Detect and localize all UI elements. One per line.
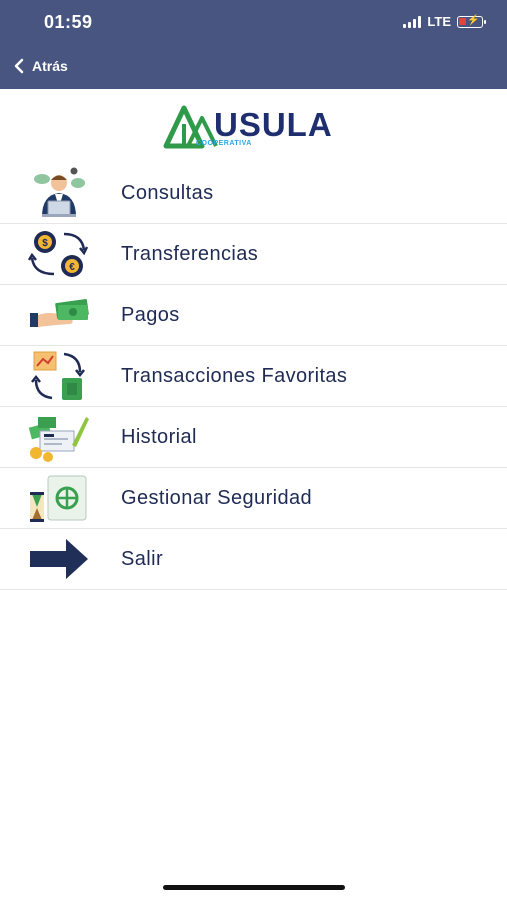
- menu-item-pagos[interactable]: Pagos: [0, 285, 507, 346]
- menu-item-label: Transacciones Favoritas: [121, 365, 348, 387]
- main-menu: Consultas $ € Transferencias Pagos Trans…: [0, 163, 507, 590]
- menu-item-gestionar-seguridad[interactable]: Gestionar Seguridad: [0, 468, 507, 529]
- chevron-left-icon: [14, 58, 24, 74]
- menu-item-label: Historial: [121, 426, 197, 448]
- network-label: LTE: [427, 14, 451, 29]
- back-label: Atrás: [32, 58, 68, 74]
- menu-item-label: Salir: [121, 548, 164, 570]
- logo-tagline: COOPERATIVA: [196, 140, 252, 147]
- logo-brand: USULA: [214, 106, 333, 143]
- menu-item-label: Transferencias: [121, 243, 259, 265]
- back-button[interactable]: Atrás: [14, 58, 68, 74]
- status-icons: LTE ⚡: [403, 14, 486, 29]
- menu-item-historial[interactable]: Historial: [0, 407, 507, 468]
- usula-logo: USULA COOPERATIVA: [162, 102, 352, 154]
- signal-icon: [403, 15, 422, 28]
- coin-exchange-icon: $ €: [28, 231, 89, 277]
- home-indicator[interactable]: [163, 885, 345, 890]
- svg-text:€: €: [69, 262, 75, 273]
- battery-icon: ⚡: [457, 15, 486, 28]
- menu-item-consultas[interactable]: Consultas: [0, 163, 507, 224]
- menu-item-transferencias[interactable]: $ € Transferencias: [0, 224, 507, 285]
- consultant-laptop-icon: [34, 167, 85, 217]
- favorite-transactions-icon: [31, 351, 85, 400]
- status-time: 01:59: [44, 12, 93, 32]
- svg-text:$: $: [42, 238, 48, 249]
- security-safe-icon: [30, 475, 87, 522]
- menu-item-label: Consultas: [121, 182, 214, 204]
- app-header: 01:59 LTE ⚡ Atrás: [0, 0, 507, 89]
- check-history-icon: [28, 417, 89, 462]
- menu-item-label: Gestionar Seguridad: [121, 487, 313, 509]
- cash-payment-icon: [30, 298, 89, 327]
- menu-item-salir[interactable]: Salir: [0, 529, 507, 590]
- menu-item-label: Pagos: [121, 304, 180, 326]
- exit-arrow-icon: [30, 539, 88, 579]
- menu-item-transacciones-favoritas[interactable]: Transacciones Favoritas: [0, 346, 507, 407]
